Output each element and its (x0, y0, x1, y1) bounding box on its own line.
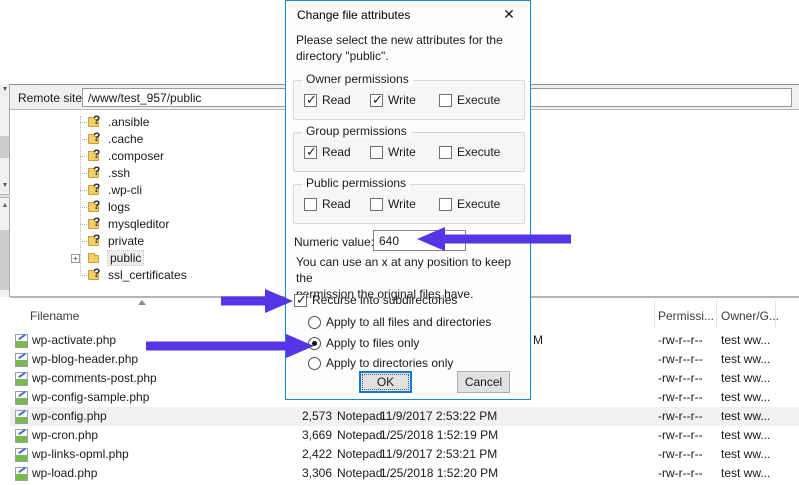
cancel-button[interactable]: Cancel (457, 371, 510, 393)
group-read-checkbox[interactable]: ✓ Read (304, 145, 351, 159)
annotation-arrow-apply-files-only (146, 333, 316, 359)
group-execute-checkbox[interactable]: ✓ Execute (439, 145, 500, 159)
file-row-selected[interactable]: wp-config.php 2,573 Notepad... 11/9/2017… (10, 407, 799, 426)
file-row[interactable]: wp-cron.php 3,669 Notepad... 1/25/2018 1… (10, 426, 799, 445)
php-file-icon (15, 372, 28, 386)
php-file-icon (15, 353, 28, 367)
apply-files-only-radio[interactable]: Apply to files only (308, 336, 419, 350)
public-read-checkbox[interactable]: ✓ Read (304, 197, 351, 211)
file-row[interactable]: wp-load.php 3,306 Notepad... 1/25/2018 1… (10, 464, 799, 483)
recurse-into-subdirectories-checkbox[interactable]: ✓ Recurse into subdirectories (294, 293, 457, 307)
folder-question-icon: ? (88, 217, 103, 231)
scroll-down-icon[interactable]: ▼ (1, 182, 9, 190)
close-icon[interactable]: ✕ (500, 5, 518, 23)
local-pane-scrollbar[interactable]: ▼ ▼ ▲ (0, 84, 10, 297)
expand-icon[interactable]: + (71, 254, 80, 263)
folder-question-icon: ? (88, 183, 103, 197)
scrollbar-thumb[interactable] (0, 230, 9, 290)
folder-question-icon: ? (88, 115, 103, 129)
folder-question-icon: ? (88, 166, 103, 180)
annotation-arrow-recurse (221, 288, 295, 314)
column-header-permissions[interactable]: Permissi... (658, 309, 714, 323)
dialog-title: Change file attributes (297, 8, 410, 22)
php-file-icon (15, 391, 28, 405)
change-file-attributes-dialog: Change file attributes ✕ Please select t… (285, 0, 531, 400)
folder-question-icon: ? (88, 200, 103, 214)
php-file-icon (15, 448, 28, 462)
file-row[interactable]: wp-links-opml.php 2,422 Notepad... 11/9/… (10, 445, 799, 464)
public-write-checkbox[interactable]: ✓ Write (370, 197, 416, 211)
group-write-checkbox[interactable]: ✓ Write (370, 145, 416, 159)
php-file-icon (15, 467, 28, 481)
folder-icon (88, 251, 103, 265)
public-permissions-group: Public permissions ✓ Read ✓ Write ✓ Exec… (293, 184, 525, 224)
scroll-down-icon[interactable]: ▼ (1, 86, 9, 94)
scroll-up-icon[interactable]: ▲ (1, 202, 9, 210)
folder-question-icon: ? (88, 149, 103, 163)
folder-question-icon: ? (88, 132, 103, 146)
php-file-icon (15, 429, 28, 443)
owner-execute-checkbox[interactable]: ✓ Execute (439, 93, 500, 107)
remote-site-label: Remote site: (18, 91, 85, 105)
group-permissions-group: Group permissions ✓ Read ✓ Write ✓ Execu… (293, 132, 525, 172)
public-execute-checkbox[interactable]: ✓ Execute (439, 197, 500, 211)
owner-permissions-group: Owner permissions ✓ Read ✓ Write ✓ Execu… (293, 80, 525, 120)
pane-splitter[interactable] (0, 194, 10, 198)
owner-read-checkbox[interactable]: ✓ Read (304, 93, 351, 107)
filezilla-window: ▼ ▼ ▲ Remote site: ? .ansible ? .cache ?… (0, 0, 799, 485)
annotation-arrow-numeric-value (415, 226, 573, 252)
apply-directories-only-radio[interactable]: Apply to directories only (308, 356, 453, 370)
sort-ascending-icon (138, 300, 146, 305)
php-file-icon (15, 410, 28, 424)
folder-question-icon: ? (88, 234, 103, 248)
column-header-filename[interactable]: Filename (30, 309, 79, 323)
folder-question-icon: ? (88, 268, 103, 282)
scrollbar-thumb[interactable] (0, 136, 9, 158)
owner-write-checkbox[interactable]: ✓ Write (370, 93, 416, 107)
apply-all-radio[interactable]: Apply to all files and directories (308, 315, 491, 329)
ok-button[interactable]: OK (359, 371, 412, 393)
column-header-owner[interactable]: Owner/G... (721, 309, 779, 323)
php-file-icon (15, 334, 28, 348)
dialog-intro: Please select the new attributes for the… (296, 32, 524, 64)
numeric-value-label: Numeric value: (294, 235, 374, 249)
